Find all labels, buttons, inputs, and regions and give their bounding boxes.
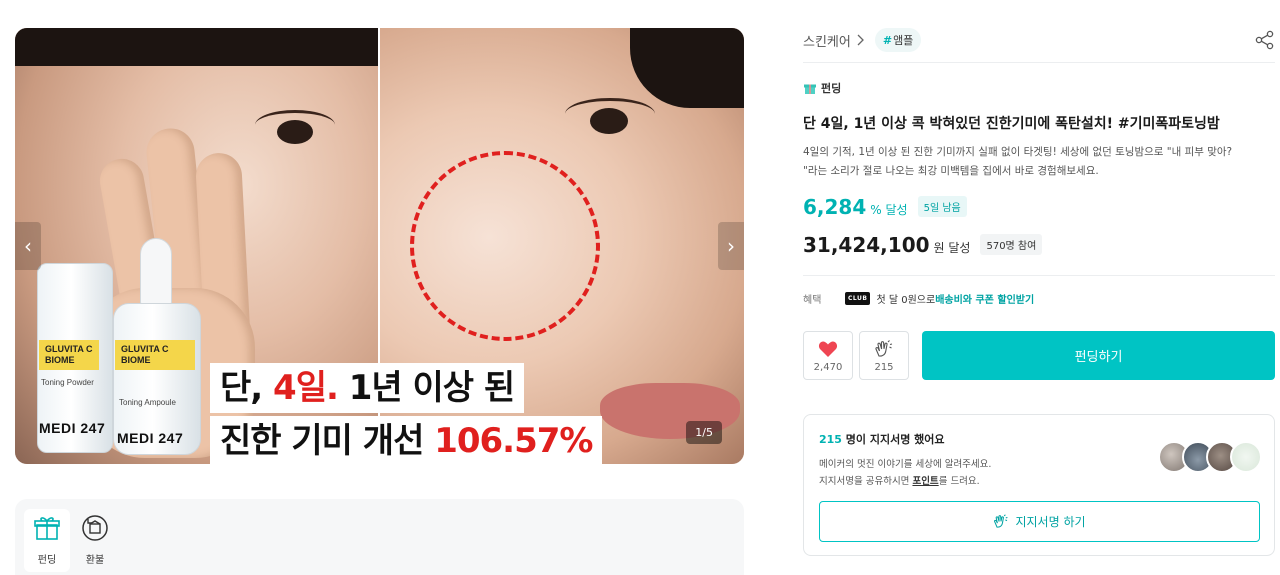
divider: [803, 62, 1275, 63]
badge-label: 펀딩: [821, 82, 842, 95]
summary-line: "라는 소리가 절로 나오는 최강 미백템을 집에서 바로 경험해보세요.: [803, 165, 1099, 177]
bottle-label-line: BIOME: [45, 355, 75, 365]
refund-icon: [82, 515, 108, 541]
image-caption: 단, 4일. 1년 이상 된 진한 기미 개선 106.57%: [210, 363, 603, 464]
chevron-right-icon: [857, 34, 864, 46]
support-signature-button[interactable]: 지지서명 하기: [819, 501, 1260, 542]
chevron-right-icon: ›: [727, 234, 735, 258]
support-title-text: 명이 지지서명 했어요: [841, 433, 945, 446]
achievement-rate: 6,284 % 달성 5일 남음: [803, 195, 967, 220]
bottom-tab-bar: 펀딩 환불: [15, 499, 744, 575]
bottle-sub-label: Toning Powder: [41, 378, 94, 387]
clap-icon: [994, 514, 1008, 528]
caption-text: 1년 이상 된: [337, 368, 515, 408]
divider: [803, 275, 1275, 276]
hash-icon: #: [882, 34, 893, 47]
caption-line-2: 진한 기미 개선 106.57%: [210, 416, 603, 464]
benefit-text: 첫 달 0원으로: [876, 295, 936, 306]
gift-icon: [34, 517, 60, 540]
hair: [630, 28, 744, 108]
carousel-prev-button[interactable]: ‹: [15, 222, 41, 270]
campaign-title: 단 4일, 1년 이상 콕 박혀있던 진한기미에 폭탄설치! #기미폭파토닝밤: [803, 116, 1220, 132]
bottle-brand: MEDI 247: [39, 420, 106, 436]
bottle-label-line: GLUVITA C: [121, 344, 169, 354]
support-title: 215 명이 지지서명 했어요: [819, 431, 945, 447]
chevron-left-icon: ‹: [24, 234, 32, 258]
bottle-label: GLUVITA C BIOME: [115, 340, 195, 370]
eye: [277, 120, 313, 144]
campaign-summary: 4일의 기적, 1년 이상 된 진한 기미까지 실패 없이 타겟팅! 세상에 없…: [803, 143, 1275, 181]
days-left-badge: 5일 남음: [917, 196, 967, 217]
breadcrumb: 스킨케어 #앰플: [803, 28, 922, 52]
share-icon[interactable]: [1255, 30, 1275, 50]
breadcrumb-category[interactable]: 스킨케어: [803, 31, 851, 50]
point-highlight: 포인트: [912, 476, 939, 487]
benefit-label: 혜택: [803, 295, 822, 306]
caption-highlight: 4일.: [273, 368, 339, 408]
bottle-label-line: BIOME: [121, 355, 151, 365]
support-desc-line: 를 드려요.: [938, 476, 980, 487]
cheer-button[interactable]: 215: [859, 331, 909, 380]
carousel-next-button[interactable]: ›: [718, 222, 744, 270]
amount-raised: 31,424,100 원 달성 570명 참여: [803, 233, 1043, 258]
hair: [15, 28, 378, 66]
product-image-carousel[interactable]: GLUVITA C BIOME Toning Powder MEDI 247 G…: [15, 28, 744, 464]
like-count: 2,470: [813, 362, 843, 373]
gift-icon: [804, 84, 816, 94]
summary-line: 4일의 기적, 1년 이상 된 진한 기미까지 실패 없이 타겟팅! 세상에 없…: [803, 146, 1233, 158]
tab-funding[interactable]: 펀딩: [24, 509, 70, 572]
fund-button[interactable]: 펀딩하기: [922, 331, 1275, 380]
amount-value: 31,424,100: [803, 233, 930, 257]
tab-refund[interactable]: 환불: [72, 513, 118, 566]
caption-text: 단,: [220, 368, 274, 408]
support-description: 메이커의 멋진 이야기를 세상에 알려주세요. 지지서명을 공유하시면 포인트를…: [819, 456, 991, 490]
benefit-highlight-link[interactable]: 배송비와 쿠폰 할인받기: [935, 291, 1034, 306]
tab-label: 펀딩: [37, 555, 57, 566]
caption-text: 진한 기미 개선: [220, 421, 435, 461]
club-badge-icon: CLUB: [845, 292, 871, 305]
cheer-count: 215: [874, 362, 894, 373]
avatar: [1230, 441, 1262, 473]
rate-unit: % 달성: [870, 203, 908, 217]
support-desc-line: 지지서명을 공유하시면: [819, 476, 913, 487]
bottle-label-line: GLUVITA C: [45, 344, 93, 354]
caption-highlight: 106.57%: [434, 421, 593, 461]
support-desc-line: 메이커의 멋진 이야기를 세상에 알려주세요.: [819, 459, 992, 470]
rate-value: 6,284: [803, 195, 867, 219]
bottle-label: GLUVITA C BIOME: [39, 340, 99, 370]
spot-highlight-circle: [410, 151, 600, 341]
dropper-bulb: [140, 238, 172, 308]
bottle-sub-label: Toning Ampoule: [119, 398, 176, 407]
tab-label: 환불: [85, 555, 105, 566]
support-count: 215: [819, 433, 842, 446]
participants-badge: 570명 참여: [980, 234, 1043, 255]
support-button-label: 지지서명 하기: [1015, 515, 1086, 529]
funding-badge: 펀딩: [803, 80, 841, 96]
carousel-counter: 1/5: [686, 421, 722, 444]
breadcrumb-tag[interactable]: #앰플: [874, 28, 922, 52]
support-signature-card: 215 명이 지지서명 했어요 메이커의 멋진 이야기를 세상에 알려주세요. …: [803, 414, 1275, 556]
bottle-brand: MEDI 247: [117, 430, 184, 446]
supporter-avatars: [1158, 441, 1262, 473]
heart-icon: [818, 341, 838, 357]
amount-unit: 원 달성: [933, 241, 971, 255]
caption-line-1: 단, 4일. 1년 이상 된: [210, 363, 525, 413]
breadcrumb-tag-label: 앰플: [893, 34, 914, 47]
benefit-row[interactable]: 혜택 CLUB 첫 달 0원으로 배송비와 쿠폰 할인받기: [803, 291, 1034, 306]
product-info-panel: 스킨케어 #앰플 펀딩 단 4일, 1년 이상 콕 박혀있던 진한기미에 폭탄설…: [803, 0, 1275, 575]
clap-icon: [875, 340, 893, 357]
eye: [590, 108, 628, 134]
like-button[interactable]: 2,470: [803, 331, 853, 380]
